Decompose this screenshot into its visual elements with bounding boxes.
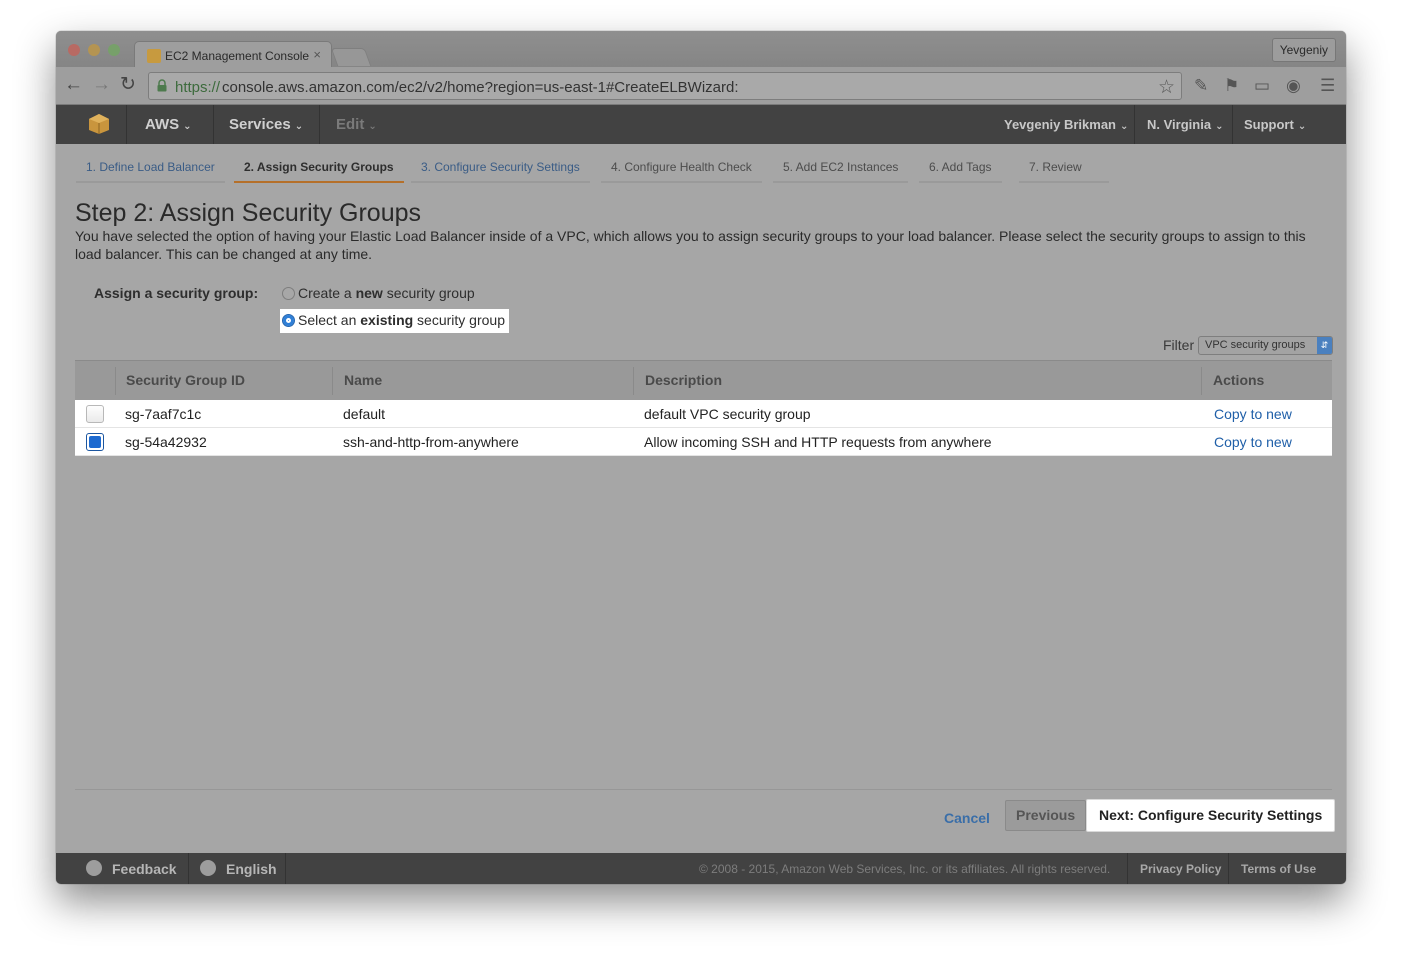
chevron-down-icon: ⌄: [1215, 121, 1224, 132]
column-header-description[interactable]: Description: [645, 372, 722, 388]
table-row[interactable]: sg-54a42932 ssh-and-http-from-anywhere A…: [75, 428, 1332, 456]
console-footer: Feedback English © 2008 - 2015, Amazon W…: [56, 853, 1346, 884]
services-menu[interactable]: Services ⌄: [229, 116, 303, 133]
radio-button-selected[interactable]: [282, 314, 295, 327]
browser-window: EC2 Management Console × Yevgeniy ← → ↻ …: [56, 31, 1346, 884]
page-title: Step 2: Assign Security Groups: [75, 199, 422, 227]
security-group-id: sg-7aaf7c1c: [125, 406, 202, 422]
step-assign-security-groups[interactable]: 2. Assign Security Groups: [234, 157, 404, 183]
security-group-description: default VPC security group: [644, 406, 811, 422]
tab-title: EC2 Management Console: [165, 49, 310, 63]
select-updown-icon: ⇵: [1317, 337, 1332, 354]
cast-icon[interactable]: ▭: [1254, 76, 1270, 96]
feedback-link[interactable]: Feedback: [112, 861, 177, 877]
column-header-name[interactable]: Name: [344, 372, 382, 388]
copy-to-new-link[interactable]: Copy to new: [1214, 434, 1292, 450]
privacy-policy-link[interactable]: Privacy Policy: [1140, 862, 1221, 876]
copyright-text: © 2008 - 2015, Amazon Web Services, Inc.…: [699, 862, 1111, 876]
terms-of-use-link[interactable]: Terms of Use: [1241, 862, 1316, 876]
window-maximize-button[interactable]: [108, 44, 120, 56]
tab-close-icon[interactable]: ×: [313, 47, 321, 62]
radio-create-new-security-group[interactable]: Create a new security group: [282, 285, 475, 305]
step-review: 7. Review: [1019, 157, 1109, 183]
security-group-description: Allow incoming SSH and HTTP requests fro…: [644, 434, 992, 450]
filter-select[interactable]: VPC security groups ⇵: [1198, 336, 1333, 355]
table-header: Security Group ID Name Description Actio…: [75, 360, 1332, 400]
chevron-down-icon: ⌄: [294, 121, 304, 132]
column-header-security-group-id[interactable]: Security Group ID: [126, 372, 245, 388]
forward-arrow-icon[interactable]: →: [92, 75, 111, 95]
aws-favicon-icon: [147, 49, 161, 63]
window-minimize-button[interactable]: [88, 44, 100, 56]
url-text: console.aws.amazon.com/ec2/v2/home?regio…: [222, 79, 739, 96]
wizard-steps: 1. Define Load Balancer 2. Assign Securi…: [74, 157, 1334, 187]
divider: [75, 789, 1332, 790]
next-configure-security-settings-button[interactable]: Next: Configure Security Settings: [1086, 799, 1336, 832]
cancel-button[interactable]: Cancel: [934, 804, 1000, 832]
address-bar[interactable]: https:// console.aws.amazon.com/ec2/v2/h…: [148, 72, 1182, 100]
chevron-down-icon: ⌄: [1297, 121, 1307, 132]
security-group-id: sg-54a42932: [125, 434, 207, 450]
lock-icon: [157, 79, 167, 92]
previous-button[interactable]: Previous: [1005, 800, 1087, 831]
globe-icon: [200, 860, 216, 876]
browser-toolbar: ← → ↻ https:// console.aws.amazon.com/ec…: [56, 67, 1346, 105]
reload-icon[interactable]: ↻: [120, 75, 136, 95]
user-menu[interactable]: Yevgeniy Brikman ⌄: [1004, 117, 1128, 132]
chevron-down-icon: ⌄: [183, 121, 192, 132]
row-checkbox-checked[interactable]: [86, 433, 104, 451]
aws-top-nav: AWS ⌄ Services ⌄ Edit ⌄ Yevgeniy Brikman ⌄ N…: [56, 105, 1346, 144]
bookmark-star-icon[interactable]: ☆: [1158, 76, 1175, 99]
step-add-ec2-instances: 5. Add EC2 Instances: [773, 157, 909, 183]
page-intro: You have selected the option of having y…: [75, 228, 1306, 262]
step-configure-health-check: 4. Configure Health Check: [601, 157, 762, 183]
window-close-button[interactable]: [68, 44, 80, 56]
row-checkbox[interactable]: [86, 405, 104, 423]
menu-hamburger-icon[interactable]: ☰: [1320, 76, 1335, 96]
copy-to-new-link[interactable]: Copy to new: [1214, 406, 1292, 422]
security-groups-table: Security Group ID Name Description Actio…: [75, 360, 1332, 456]
column-header-actions: Actions: [1213, 372, 1265, 388]
aws-cube-logo-icon[interactable]: [88, 113, 110, 135]
security-group-name: ssh-and-http-from-anywhere: [343, 434, 519, 450]
profile-button[interactable]: Yevgeniy: [1271, 38, 1336, 62]
radio-select-existing-security-group[interactable]: Select an existing security group: [282, 312, 505, 332]
radio-button[interactable]: [282, 287, 295, 300]
back-arrow-icon[interactable]: ←: [64, 75, 83, 95]
feedback-speech-bubble-icon: [86, 860, 102, 876]
url-scheme: https://: [175, 79, 221, 96]
eyedropper-extension-icon[interactable]: ✎: [1194, 76, 1208, 96]
chevron-down-icon: ⌄: [1120, 121, 1129, 132]
camera-extension-icon[interactable]: ◉: [1286, 76, 1301, 96]
step-add-tags: 6. Add Tags: [919, 157, 1002, 183]
security-group-name: default: [343, 406, 386, 422]
support-menu[interactable]: Support ⌄: [1244, 117, 1306, 132]
new-tab-button[interactable]: [330, 48, 372, 66]
filter-label: Filter: [1163, 337, 1195, 353]
region-menu[interactable]: N. Virginia ⌄: [1147, 117, 1223, 132]
step-configure-security-settings[interactable]: 3. Configure Security Settings: [411, 157, 590, 183]
browser-tab[interactable]: EC2 Management Console ×: [134, 41, 332, 68]
step-define-load-balancer[interactable]: 1. Define Load Balancer: [76, 157, 225, 183]
language-selector[interactable]: English: [226, 861, 277, 877]
assign-security-group-label: Assign a security group:: [94, 285, 259, 301]
table-row[interactable]: sg-7aaf7c1c default default VPC security…: [75, 400, 1332, 428]
flag-extension-icon[interactable]: ⚑: [1224, 76, 1239, 96]
edit-menu[interactable]: Edit ⌄: [336, 116, 377, 133]
title-bar: EC2 Management Console × Yevgeniy: [56, 31, 1346, 68]
aws-menu[interactable]: AWS ⌄: [145, 116, 192, 133]
chevron-down-icon: ⌄: [368, 121, 377, 132]
